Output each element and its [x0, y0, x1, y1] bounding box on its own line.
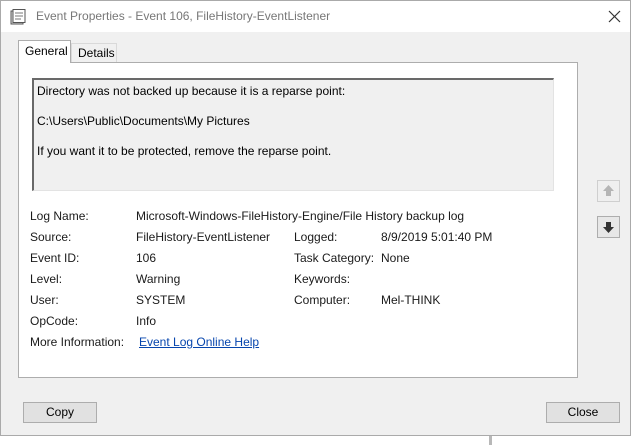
- arrow-down-icon: [603, 222, 614, 233]
- keywords-label: Keywords:: [294, 272, 351, 286]
- computer-label: Computer:: [294, 293, 351, 307]
- level-label: Level:: [30, 272, 63, 286]
- opcode-value: Info: [136, 314, 157, 328]
- next-event-button[interactable]: [597, 216, 620, 238]
- log-name-label: Log Name:: [30, 209, 89, 223]
- log-name-value: Microsoft-Windows-FileHistory-Engine/Fil…: [136, 209, 465, 223]
- background-right: [631, 4, 640, 445]
- user-label: User:: [30, 293, 59, 307]
- background-bottom: [0, 436, 640, 445]
- event-properties-window: Event Properties - Event 106, FileHistor…: [0, 0, 631, 436]
- close-window-icon[interactable]: [603, 5, 627, 29]
- arrow-up-icon: [603, 185, 614, 196]
- source-label: Source:: [30, 230, 72, 244]
- description-line-2: C:\Users\Public\Documents\My Pictures: [37, 114, 250, 128]
- logged-label: Logged:: [294, 230, 338, 244]
- task-category-value: None: [381, 251, 410, 265]
- source-value: FileHistory-EventListener: [136, 230, 271, 244]
- user-value: SYSTEM: [136, 293, 186, 307]
- description-line-1: Directory was not backed up because it i…: [37, 84, 346, 98]
- tab-details[interactable]: Details: [71, 43, 117, 63]
- copy-button[interactable]: Copy: [23, 402, 97, 423]
- opcode-label: OpCode:: [30, 314, 79, 328]
- logged-value: 8/9/2019 5:01:40 PM: [381, 230, 493, 244]
- event-viewer-icon: [10, 9, 26, 25]
- window-title: Event Properties - Event 106, FileHistor…: [36, 9, 331, 23]
- computer-value: Mel-THINK: [381, 293, 441, 307]
- event-id-value: 106: [136, 251, 157, 265]
- more-information-label: More Information:: [30, 335, 125, 349]
- description-line-3: If you want it to be protected, remove t…: [37, 144, 332, 158]
- event-id-label: Event ID:: [30, 251, 80, 265]
- task-category-label: Task Category:: [294, 251, 375, 265]
- title-bar: Event Properties - Event 106, FileHistor…: [1, 1, 630, 32]
- level-value: Warning: [136, 272, 181, 286]
- close-button[interactable]: Close: [546, 402, 620, 423]
- event-description-box[interactable]: Directory was not backed up because it i…: [32, 78, 554, 191]
- background-window-edge: [489, 436, 492, 445]
- tab-general[interactable]: General: [18, 40, 71, 63]
- event-log-online-help-link[interactable]: Event Log Online Help: [139, 335, 259, 349]
- previous-event-button[interactable]: [597, 180, 620, 202]
